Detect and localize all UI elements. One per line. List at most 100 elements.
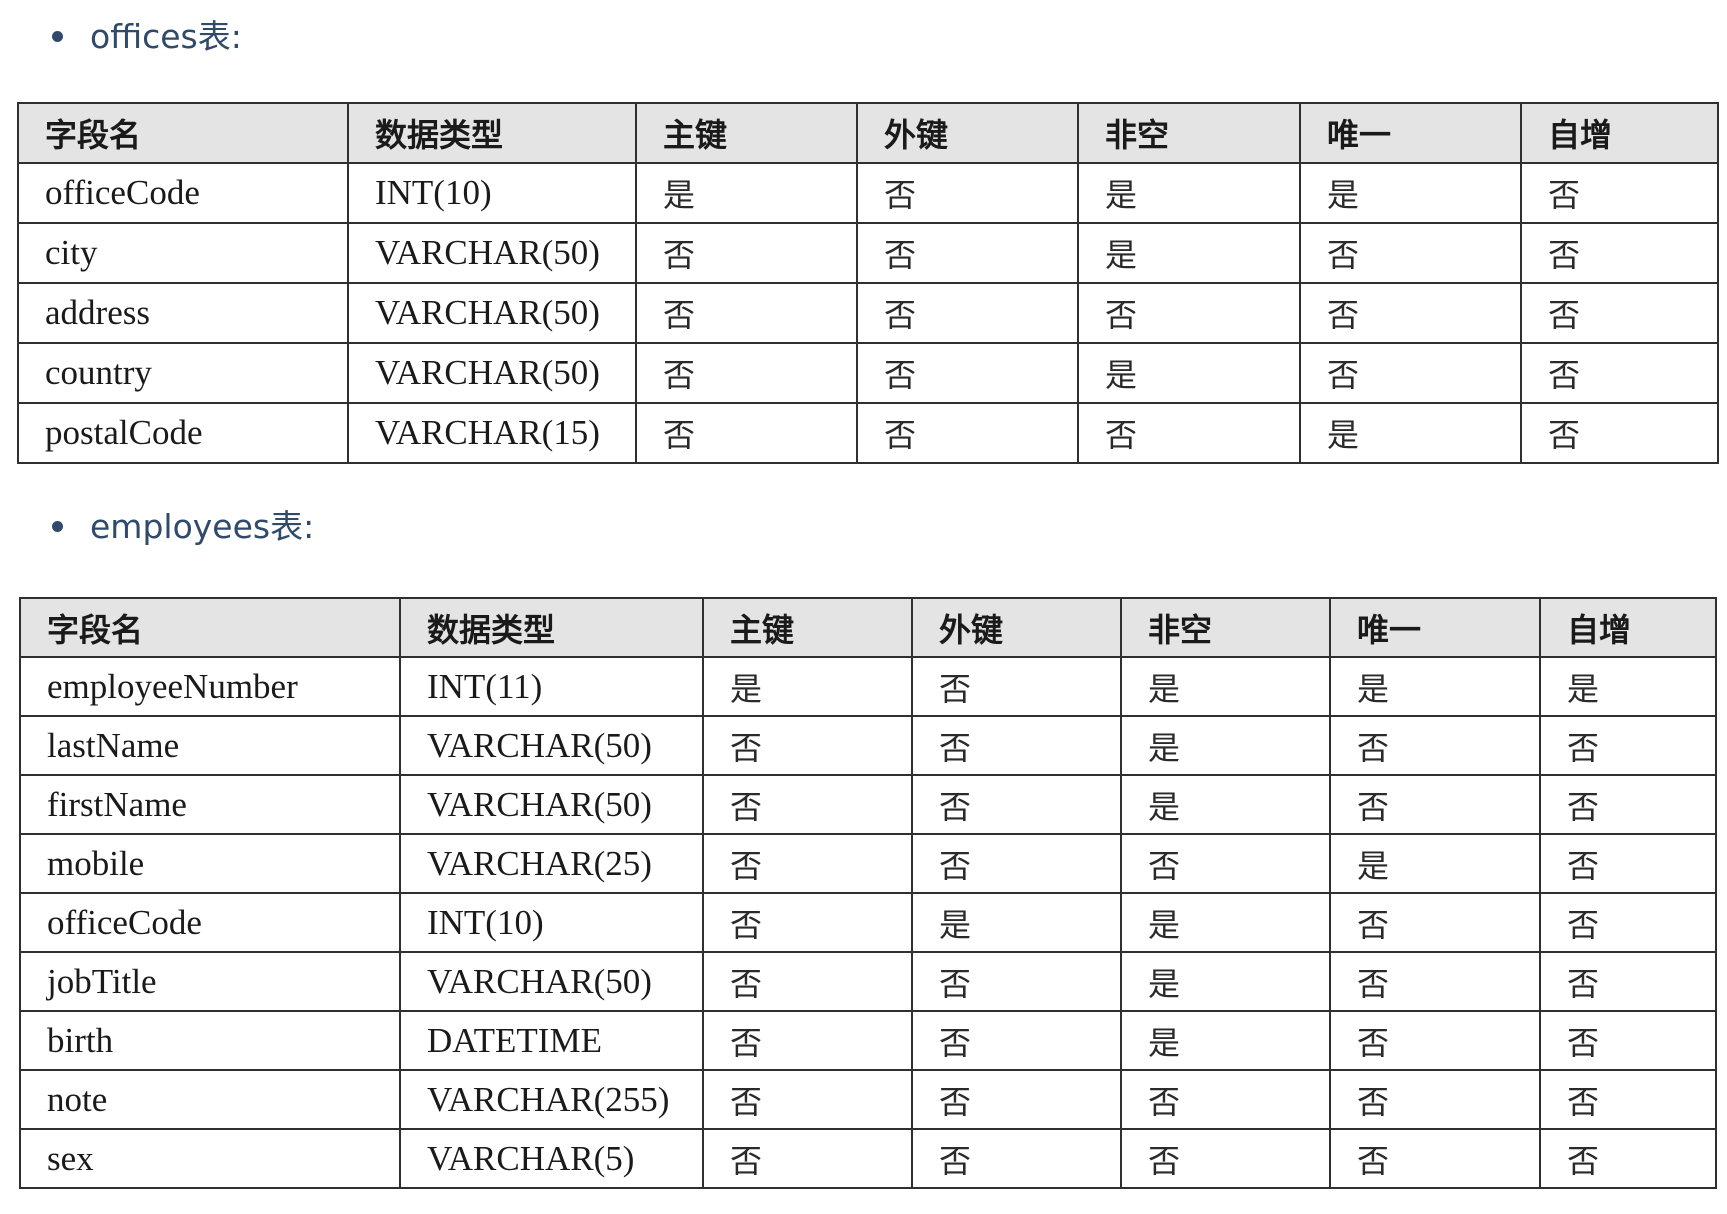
cell-not-null: 是	[1120, 715, 1331, 776]
cell-unique: 否	[1329, 951, 1541, 1012]
cell-not-null: 否	[1077, 282, 1301, 344]
cell-foreign-key: 否	[856, 402, 1079, 464]
cell-auto-increment: 否	[1520, 342, 1719, 404]
cell-primary-key: 否	[702, 892, 913, 953]
table-row: mobile VARCHAR(25) 否否否是否	[19, 833, 1717, 894]
cell-auto-increment: 否	[1539, 1010, 1717, 1071]
employees-table: 字段名 数据类型 主键 外键 非空 唯一 自增 employeeNumber INT(11) 是…	[19, 597, 1717, 1189]
table-row: officeCode INT(10) 是否是是否	[17, 162, 1719, 224]
cell-primary-key: 否	[702, 951, 913, 1012]
cell-unique: 是	[1299, 402, 1522, 464]
cell-foreign-key: 是	[911, 892, 1122, 953]
table-row: city VARCHAR(50) 否否是否否	[17, 222, 1719, 284]
cell-foreign-key: 否	[911, 833, 1122, 894]
cell-field-name: mobile	[19, 833, 401, 894]
cell-data-type: VARCHAR(50)	[399, 715, 704, 776]
column-header-unique: 唯一	[1329, 597, 1541, 658]
cell-not-null: 是	[1077, 222, 1301, 284]
cell-foreign-key: 否	[911, 656, 1122, 717]
column-header-not-null: 非空	[1120, 597, 1331, 658]
cell-auto-increment: 否	[1539, 951, 1717, 1012]
column-header-auto-increment: 自增	[1539, 597, 1717, 658]
table-header-row: 字段名 数据类型 主键 外键 非空 唯一 自增	[17, 102, 1719, 164]
cell-foreign-key: 否	[856, 222, 1079, 284]
table-row: employeeNumber INT(11) 是否是是是	[19, 656, 1717, 717]
cell-foreign-key: 否	[911, 1128, 1122, 1189]
cell-not-null: 是	[1077, 342, 1301, 404]
cell-data-type: VARCHAR(5)	[399, 1128, 704, 1189]
column-header-data-type: 数据类型	[347, 102, 637, 164]
column-header-field-name: 字段名	[19, 597, 401, 658]
table-row: address VARCHAR(50) 否否否否否	[17, 282, 1719, 344]
cell-field-name: lastName	[19, 715, 401, 776]
bullet-icon	[52, 31, 63, 42]
cell-auto-increment: 否	[1520, 282, 1719, 344]
cell-field-name: jobTitle	[19, 951, 401, 1012]
cell-primary-key: 否	[702, 715, 913, 776]
cell-not-null: 是	[1120, 656, 1331, 717]
cell-data-type: VARCHAR(50)	[399, 774, 704, 835]
cell-field-name: city	[17, 222, 349, 284]
column-header-foreign-key: 外键	[856, 102, 1079, 164]
cell-foreign-key: 否	[911, 1010, 1122, 1071]
cell-unique: 否	[1329, 774, 1541, 835]
cell-field-name: officeCode	[17, 162, 349, 224]
cell-not-null: 否	[1120, 1069, 1331, 1130]
cell-foreign-key: 否	[856, 342, 1079, 404]
bullet-icon	[52, 521, 63, 532]
cell-data-type: VARCHAR(25)	[399, 833, 704, 894]
cell-auto-increment: 否	[1539, 715, 1717, 776]
cell-field-name: country	[17, 342, 349, 404]
table-row: birth DATETIME 否否是否否	[19, 1010, 1717, 1071]
cell-data-type: VARCHAR(50)	[347, 342, 637, 404]
cell-auto-increment: 否	[1539, 892, 1717, 953]
cell-unique: 否	[1329, 1010, 1541, 1071]
column-header-primary-key: 主键	[702, 597, 913, 658]
table-row: officeCode INT(10) 否是是否否	[19, 892, 1717, 953]
cell-auto-increment: 否	[1539, 1128, 1717, 1189]
cell-unique: 是	[1299, 162, 1522, 224]
cell-field-name: postalCode	[17, 402, 349, 464]
cell-auto-increment: 否	[1539, 774, 1717, 835]
column-header-auto-increment: 自增	[1520, 102, 1719, 164]
cell-auto-increment: 否	[1520, 402, 1719, 464]
cell-data-type: DATETIME	[399, 1010, 704, 1071]
cell-not-null: 是	[1120, 951, 1331, 1012]
cell-data-type: INT(11)	[399, 656, 704, 717]
cell-not-null: 是	[1120, 774, 1331, 835]
column-header-data-type: 数据类型	[399, 597, 704, 658]
cell-foreign-key: 否	[911, 951, 1122, 1012]
cell-foreign-key: 否	[856, 162, 1079, 224]
column-header-not-null: 非空	[1077, 102, 1301, 164]
cell-primary-key: 否	[635, 342, 858, 404]
table-row: country VARCHAR(50) 否否是否否	[17, 342, 1719, 404]
cell-not-null: 是	[1120, 1010, 1331, 1071]
cell-unique: 是	[1329, 833, 1541, 894]
table-row: lastName VARCHAR(50) 否否是否否	[19, 715, 1717, 776]
cell-field-name: officeCode	[19, 892, 401, 953]
cell-data-type: VARCHAR(50)	[347, 222, 637, 284]
cell-foreign-key: 否	[911, 774, 1122, 835]
cell-auto-increment: 否	[1520, 222, 1719, 284]
cell-not-null: 是	[1120, 892, 1331, 953]
cell-foreign-key: 否	[911, 1069, 1122, 1130]
column-header-unique: 唯一	[1299, 102, 1522, 164]
cell-foreign-key: 否	[856, 282, 1079, 344]
table-row: sex VARCHAR(5) 否否否否否	[19, 1128, 1717, 1189]
cell-primary-key: 否	[702, 1069, 913, 1130]
cell-not-null: 否	[1120, 1128, 1331, 1189]
cell-unique: 否	[1329, 1069, 1541, 1130]
cell-primary-key: 否	[702, 1010, 913, 1071]
cell-unique: 否	[1329, 892, 1541, 953]
cell-primary-key: 是	[635, 162, 858, 224]
cell-not-null: 是	[1077, 162, 1301, 224]
employees-section-heading: employees表:	[52, 510, 314, 543]
cell-data-type: VARCHAR(15)	[347, 402, 637, 464]
cell-not-null: 否	[1077, 402, 1301, 464]
cell-field-name: birth	[19, 1010, 401, 1071]
table-header-row: 字段名 数据类型 主键 外键 非空 唯一 自增	[19, 597, 1717, 658]
cell-data-type: VARCHAR(50)	[347, 282, 637, 344]
table-row: firstName VARCHAR(50) 否否是否否	[19, 774, 1717, 835]
offices-table: 字段名 数据类型 主键 外键 非空 唯一 自增 officeCode INT(10) 是否是是否…	[17, 102, 1719, 464]
cell-primary-key: 否	[702, 774, 913, 835]
